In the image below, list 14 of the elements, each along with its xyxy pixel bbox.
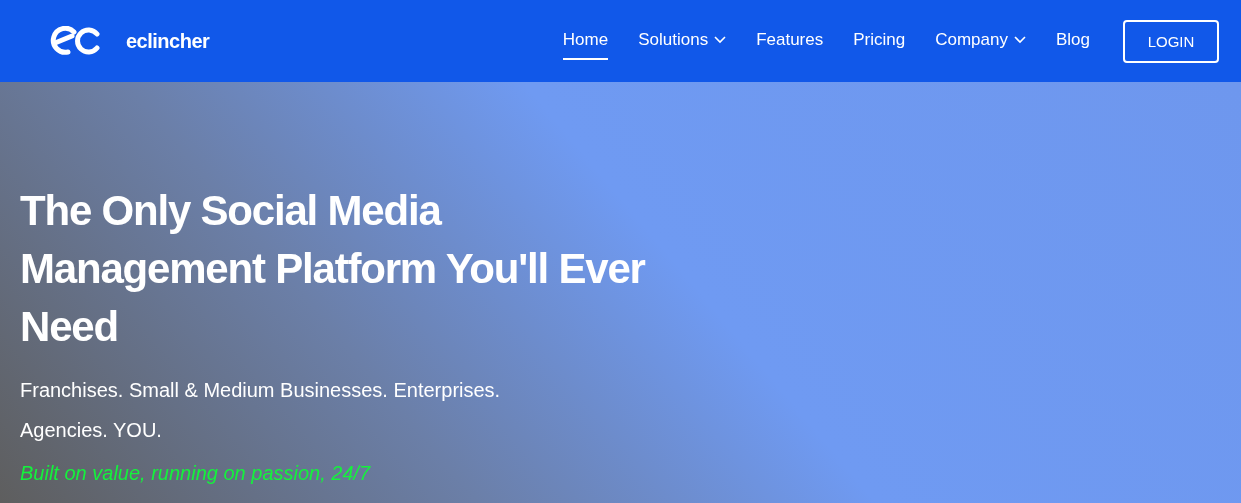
- nav-link[interactable]: Home: [562, 22, 609, 60]
- logo-icon: [50, 26, 100, 56]
- hero-subtitle: Franchises. Small & Medium Businesses. Enterprises. Agencies. YOU.: [20, 378, 502, 443]
- nav-link[interactable]: Company: [935, 22, 1026, 60]
- chevron-down-icon: [1013, 36, 1026, 44]
- login-button[interactable]: LOGIN: [1123, 19, 1219, 63]
- nav-link[interactable]: Blog: [1055, 22, 1090, 60]
- nav-link[interactable]: Solutions: [638, 22, 727, 60]
- chevron-down-icon: [714, 36, 727, 44]
- hero-heading: The Only Social Media Management Platform You'll Ever Need: [20, 186, 647, 352]
- nav-link[interactable]: Features: [756, 22, 824, 60]
- nav-link[interactable]: Pricing: [853, 22, 906, 60]
- hero-tagline: Built on value, running on passion, 24/7: [20, 462, 372, 485]
- brand-name: eclincher: [126, 29, 210, 53]
